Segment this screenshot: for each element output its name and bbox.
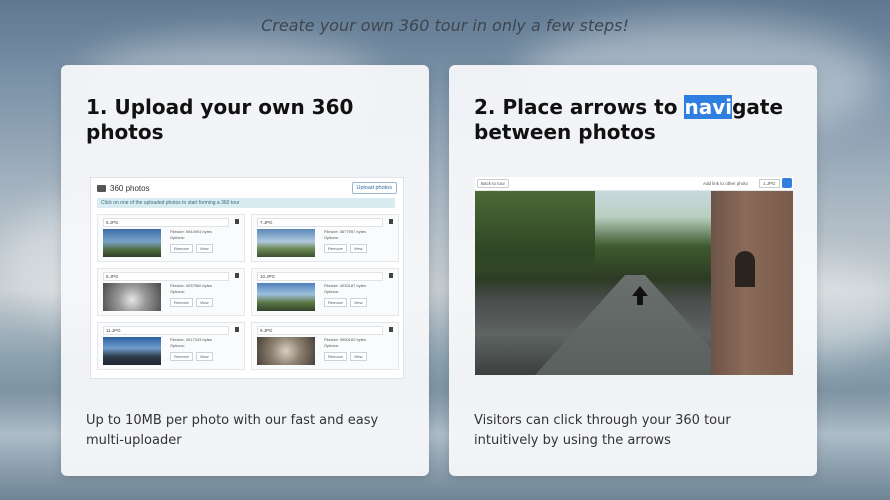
photo-thumbnail <box>257 229 315 257</box>
photo-thumbnail <box>103 283 161 311</box>
tour-viewer-screenshot: Back to tour Add link to other photo 1.J… <box>475 177 793 375</box>
view-button: View <box>195 244 213 253</box>
photo-thumbnail <box>257 283 315 311</box>
view-button: View <box>349 244 367 253</box>
lock-icon <box>389 219 393 224</box>
selected-text[interactable]: navi <box>684 95 733 119</box>
lock-icon <box>235 327 239 332</box>
photo-tile: 6.JPG Filesize: 5944904 bytes Options: Re… <box>97 214 245 262</box>
card-description-upload: Up to 10MB per photo with our fast and e… <box>86 413 379 448</box>
remove-button: Remove <box>324 298 347 307</box>
view-button: View <box>195 298 213 307</box>
view-button: View <box>349 298 367 307</box>
lock-icon <box>235 273 239 278</box>
lock-icon <box>389 273 393 278</box>
view-button: View <box>349 352 367 361</box>
uploader-screenshot: 360 photos Upload photos Click on one of… <box>90 177 404 379</box>
photo-thumbnail <box>103 229 161 257</box>
edit-icon <box>782 178 792 188</box>
photo-tile: 7.JPG Filesize: 3677957 bytes Options: Re… <box>251 214 399 262</box>
card-title-navigate: 2. Place arrows to navigate between phot… <box>474 95 784 144</box>
feature-card-navigate: 2. Place arrows to navigate between phot… <box>449 65 817 476</box>
photo-select: 1.JPG <box>759 179 780 188</box>
view-button: View <box>195 352 213 361</box>
photo-tile: 11.JPG Filesize: 4017343 bytes Options: R… <box>97 322 245 370</box>
photo-tile: 8.JPG Filesize: 4037560 bytes Options: Re… <box>97 268 245 316</box>
remove-button: Remove <box>170 298 193 307</box>
remove-button: Remove <box>170 244 193 253</box>
card-title-upload: 1. Upload your own 360 photos <box>86 95 354 144</box>
lock-icon <box>389 327 393 332</box>
uploader-heading: 360 photos <box>97 184 150 193</box>
add-link-label: Add link to other photo <box>703 181 749 186</box>
tagline: Create your own 360 tour in only a few s… <box>261 16 629 35</box>
back-to-tour-button: Back to tour <box>477 179 510 188</box>
lock-icon <box>235 219 239 224</box>
photo-thumbnail <box>257 337 315 365</box>
card-description-navigate: Visitors can click through your 360 tour… <box>474 413 731 448</box>
photo-tile: 9.JPG Filesize: 3990162 bytes Options: Re… <box>251 322 399 370</box>
remove-button: Remove <box>324 352 347 361</box>
panorama-view <box>475 191 793 375</box>
uploader-info: Click on one of the uploaded photos to s… <box>97 198 395 208</box>
upload-photos-button: Upload photos <box>351 182 397 194</box>
remove-button: Remove <box>324 244 347 253</box>
viewer-toolbar: Back to tour Add link to other photo 1.J… <box>475 177 793 191</box>
photo-tile: 10.JPG Filesize: 4030187 bytes Options: R… <box>251 268 399 316</box>
remove-button: Remove <box>170 352 193 361</box>
feature-card-upload: 1. Upload your own 360 photos 360 photos… <box>61 65 429 476</box>
photos-icon <box>97 185 106 192</box>
photo-thumbnail <box>103 337 161 365</box>
